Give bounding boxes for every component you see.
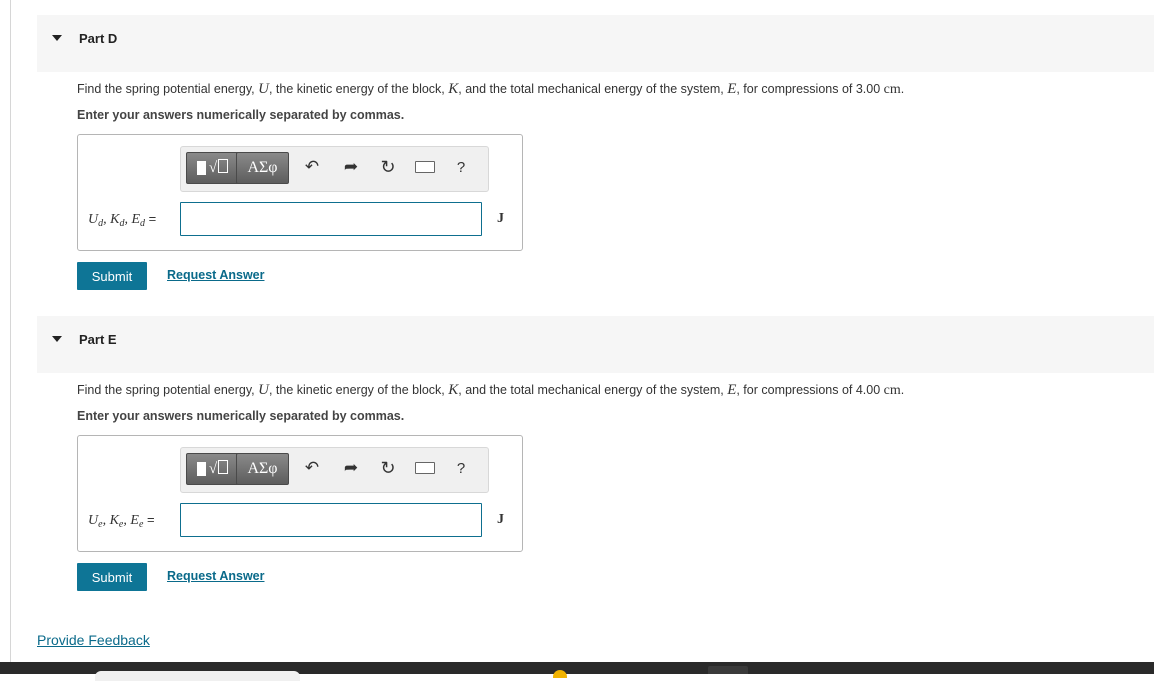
part-d-header[interactable]: Part D — [37, 15, 1154, 72]
symbols-button[interactable]: ΑΣφ — [236, 453, 289, 485]
part-d: Part D — [37, 15, 1154, 72]
part-e: Part E — [37, 316, 1154, 373]
reset-icon[interactable]: ↻ — [376, 155, 400, 179]
answer-box: √ ΑΣφ ↶ ➦ ↻ ? Ue, Ke, Ee = J — [77, 435, 523, 552]
part-title: Part D — [79, 31, 118, 46]
undo-icon[interactable]: ↶ — [300, 155, 324, 179]
caret-down-icon[interactable] — [52, 336, 62, 342]
answer-input[interactable] — [180, 503, 482, 537]
request-answer-link[interactable]: Request Answer — [167, 268, 264, 282]
part-title: Part E — [79, 332, 117, 347]
symbols-button[interactable]: ΑΣφ — [236, 152, 289, 184]
taskbar — [0, 662, 1154, 681]
answer-input[interactable] — [180, 202, 482, 236]
math-toolbar: √ ΑΣφ ↶ ➦ ↻ ? — [180, 146, 489, 192]
sqrt-icon: √ — [209, 460, 229, 478]
instruction-text: Enter your answers numerically separated… — [77, 108, 405, 122]
part-e-header[interactable]: Part E — [37, 316, 1154, 373]
templates-button[interactable]: √ — [186, 453, 239, 485]
answer-box: √ ΑΣφ ↶ ➦ ↻ ? Ud, Kd, Ed = J — [77, 134, 523, 251]
variable-label: Ue, Ke, Ee = — [88, 512, 155, 530]
templates-icon — [196, 462, 206, 476]
answer-unit: J — [497, 211, 504, 226]
provide-feedback-link[interactable]: Provide Feedback — [37, 632, 150, 648]
reset-icon[interactable]: ↻ — [376, 456, 400, 480]
variable-label: Ud, Kd, Ed = — [88, 211, 157, 229]
keyboard-icon[interactable] — [413, 456, 437, 480]
taskbar-search[interactable] — [95, 671, 300, 681]
redo-icon[interactable]: ➦ — [339, 155, 363, 179]
templates-button[interactable]: √ — [186, 152, 239, 184]
request-answer-link[interactable]: Request Answer — [167, 569, 264, 583]
caret-down-icon[interactable] — [52, 35, 62, 41]
undo-icon[interactable]: ↶ — [300, 456, 324, 480]
help-button[interactable]: ? — [449, 155, 473, 179]
math-toolbar: √ ΑΣφ ↶ ➦ ↻ ? — [180, 447, 489, 493]
question-text: Find the spring potential energy, U, the… — [77, 81, 905, 97]
instruction-text: Enter your answers numerically separated… — [77, 409, 405, 423]
help-button[interactable]: ? — [449, 456, 473, 480]
question-text: Find the spring potential energy, U, the… — [77, 382, 905, 398]
redo-icon[interactable]: ➦ — [339, 456, 363, 480]
sqrt-icon: √ — [209, 159, 229, 177]
taskbar-app-icon[interactable] — [553, 670, 567, 678]
taskbar-item[interactable] — [708, 666, 748, 674]
templates-icon — [196, 161, 206, 175]
keyboard-icon[interactable] — [413, 155, 437, 179]
answer-unit: J — [497, 512, 504, 527]
left-divider — [10, 0, 11, 662]
submit-button[interactable]: Submit — [77, 563, 147, 591]
submit-button[interactable]: Submit — [77, 262, 147, 290]
